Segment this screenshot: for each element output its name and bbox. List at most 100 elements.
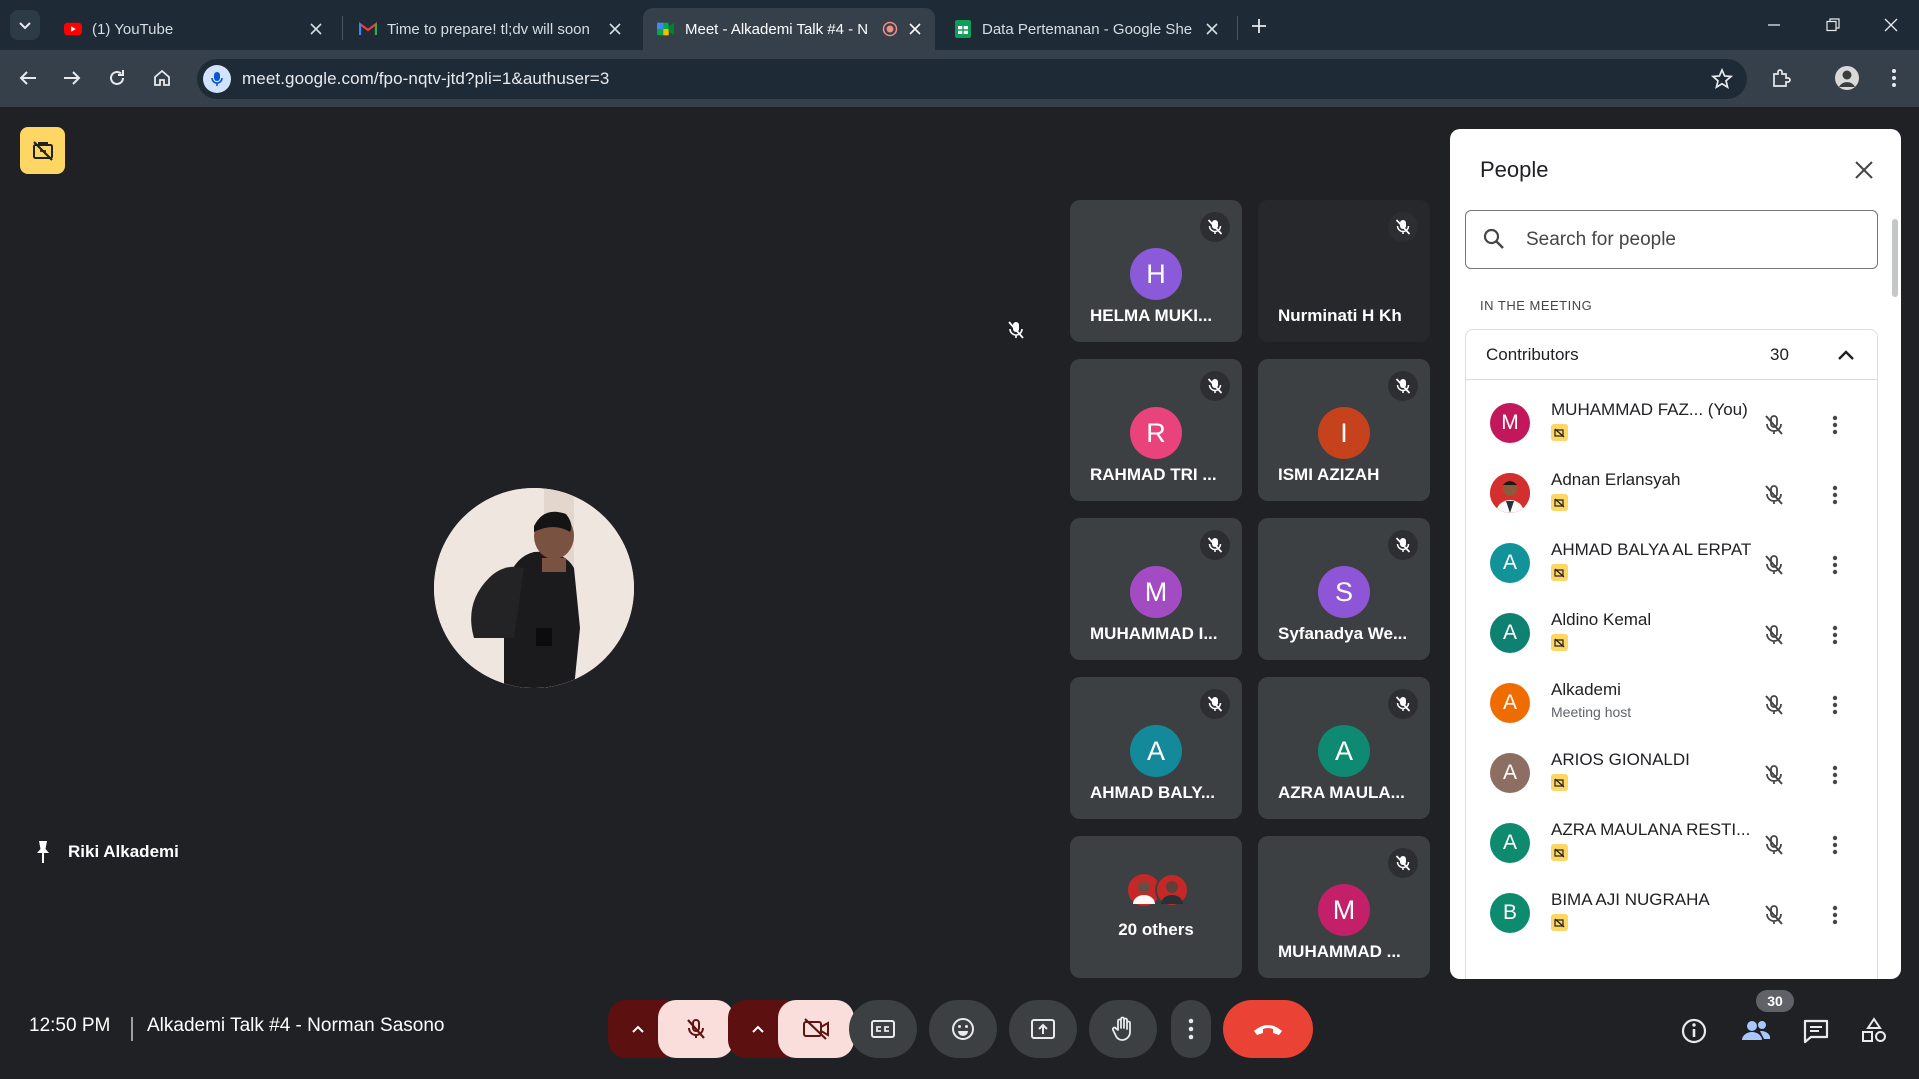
more-vertical-icon[interactable] <box>1823 620 1847 650</box>
more-vertical-icon[interactable] <box>1823 690 1847 720</box>
mic-off-icon <box>1388 689 1418 719</box>
reactions-button[interactable] <box>929 1000 997 1058</box>
tab-title: Data Pertemanan - Google She <box>982 20 1193 38</box>
mic-off-icon[interactable] <box>1759 690 1789 720</box>
close-window-button[interactable] <box>1877 12 1905 38</box>
tab-youtube[interactable]: (1) YouTube <box>50 8 336 50</box>
participant-tile[interactable]: S Syfanadya We... <box>1258 518 1430 660</box>
participant-tile[interactable]: M MUHAMMAD ... <box>1258 836 1430 978</box>
raise-hand-button[interactable] <box>1089 1000 1157 1058</box>
reload-button[interactable] <box>103 64 131 92</box>
tab-meet[interactable]: Meet - Alkademi Talk #4 - N <box>643 8 935 50</box>
minimize-button[interactable] <box>1760 12 1788 38</box>
close-icon <box>1855 161 1873 179</box>
new-tab-button[interactable] <box>1245 12 1273 40</box>
browser-menu-button[interactable] <box>1880 64 1908 92</box>
mic-off-icon[interactable] <box>1759 550 1789 580</box>
mic-off-icon[interactable] <box>1759 620 1789 650</box>
participant-tile[interactable]: I ISMI AZIZAH <box>1258 359 1430 501</box>
participant-row[interactable]: A AZRA MAULANA RESTI... <box>1466 808 1877 878</box>
more-vertical-icon <box>1188 1018 1194 1040</box>
tab-gmail[interactable]: Time to prepare! tl;dv will soon <box>345 8 635 50</box>
pin-icon[interactable] <box>32 839 54 865</box>
participant-tile[interactable]: H HELMA MUKI... <box>1070 200 1242 342</box>
tab-search-button[interactable] <box>10 10 40 40</box>
mic-off-icon[interactable] <box>1759 900 1789 930</box>
participant-row[interactable]: B BIMA AJI NUGRAHA <box>1466 878 1877 948</box>
people-search-box[interactable] <box>1465 210 1878 269</box>
leave-call-button[interactable] <box>1223 1000 1313 1058</box>
home-button[interactable] <box>148 64 176 92</box>
more-vertical-icon[interactable] <box>1823 480 1847 510</box>
search-people-input[interactable] <box>1526 225 1856 255</box>
avatar: H <box>1130 248 1182 300</box>
close-tab-icon[interactable] <box>306 19 326 39</box>
mic-off-icon[interactable] <box>1759 830 1789 860</box>
restore-button[interactable] <box>1819 12 1847 38</box>
tab-sheets[interactable]: Data Pertemanan - Google She <box>940 8 1232 50</box>
camera-toggle-button[interactable] <box>778 1000 854 1058</box>
mic-off-icon <box>1388 371 1418 401</box>
chevron-up-icon <box>752 1025 764 1033</box>
participant-row[interactable]: A ARIOS GIONALDI <box>1466 738 1877 808</box>
more-vertical-icon[interactable] <box>1823 410 1847 440</box>
participant-tile[interactable]: A AZRA MAULA... <box>1258 677 1430 819</box>
tab-title: Time to prepare! tl;dv will soon <box>387 20 590 38</box>
participant-row[interactable]: A Alkademi Meeting host <box>1466 668 1877 738</box>
people-button[interactable] <box>1739 1014 1773 1048</box>
profile-avatar[interactable] <box>1833 64 1861 92</box>
close-tab-icon[interactable] <box>1202 19 1222 39</box>
extensions-button[interactable] <box>1767 64 1795 92</box>
mic-off-icon[interactable] <box>1759 760 1789 790</box>
close-panel-button[interactable] <box>1849 155 1879 185</box>
browser-tab-strip: (1) YouTube Time to prepare! tl;dv will … <box>0 0 1919 50</box>
others-label: 20 others <box>1118 920 1194 939</box>
restore-icon <box>1826 18 1840 32</box>
more-vertical-icon[interactable] <box>1823 900 1847 930</box>
camera-off-icon <box>1551 634 1568 651</box>
chevron-down-icon <box>19 22 31 30</box>
captions-button[interactable] <box>849 1000 917 1058</box>
contributors-count: 30 <box>1770 345 1789 364</box>
participant-row[interactable]: Adnan Erlansyah <box>1466 458 1877 528</box>
meeting-details-button[interactable] <box>1677 1014 1711 1048</box>
more-vertical-icon[interactable] <box>1823 760 1847 790</box>
microphone-toggle-button[interactable] <box>658 1000 734 1058</box>
back-button[interactable] <box>14 64 42 92</box>
more-vertical-icon[interactable] <box>1823 550 1847 580</box>
present-screen-button[interactable] <box>1009 1000 1077 1058</box>
meeting-clock: 12:50 PM <box>29 1015 111 1036</box>
close-tab-icon[interactable] <box>605 19 625 39</box>
participant-row[interactable]: A AHMAD BALYA AL ERPAT <box>1466 528 1877 598</box>
participant-tile[interactable]: R RAHMAD TRI ... <box>1070 359 1242 501</box>
url-text[interactable]: meet.google.com/fpo-nqtv-jtd?pli=1&authu… <box>242 69 609 89</box>
section-label: IN THE MEETING <box>1480 298 1593 313</box>
contributors-header[interactable]: Contributors 30 <box>1466 330 1877 380</box>
avatar: R <box>1130 407 1182 459</box>
forward-button[interactable] <box>58 64 86 92</box>
activities-button[interactable] <box>1857 1014 1891 1048</box>
participant-tile[interactable]: Nurminati H Kh <box>1258 200 1430 342</box>
more-vertical-icon[interactable] <box>1823 830 1847 860</box>
avatar: M <box>1318 884 1370 936</box>
mic-off-icon <box>687 1019 705 1039</box>
participant-tile[interactable]: A AHMAD BALY... <box>1070 677 1242 819</box>
panel-scrollbar[interactable] <box>1892 219 1898 297</box>
more-options-button[interactable] <box>1171 1000 1211 1058</box>
avatar: M <box>1130 566 1182 618</box>
participant-row[interactable]: M MUHAMMAD FAZ... (You) <box>1466 388 1877 458</box>
bookmark-star-icon[interactable] <box>1711 68 1733 90</box>
chat-button[interactable] <box>1799 1014 1833 1048</box>
others-tile[interactable]: 20 others <box>1070 836 1242 978</box>
mic-off-icon <box>1200 212 1230 242</box>
microphone-icon[interactable] <box>203 65 231 93</box>
mic-off-icon[interactable] <box>1759 410 1789 440</box>
participant-row[interactable]: A Aldino Kemal <box>1466 598 1877 668</box>
close-tab-icon[interactable] <box>905 19 925 39</box>
present-icon <box>1031 1019 1055 1039</box>
avatar: A <box>1490 613 1530 653</box>
participant-tile[interactable]: M MUHAMMAD I... <box>1070 518 1242 660</box>
address-bar[interactable]: meet.google.com/fpo-nqtv-jtd?pli=1&authu… <box>197 59 1747 99</box>
chevron-up-icon[interactable] <box>1831 340 1861 370</box>
mic-off-icon[interactable] <box>1759 480 1789 510</box>
